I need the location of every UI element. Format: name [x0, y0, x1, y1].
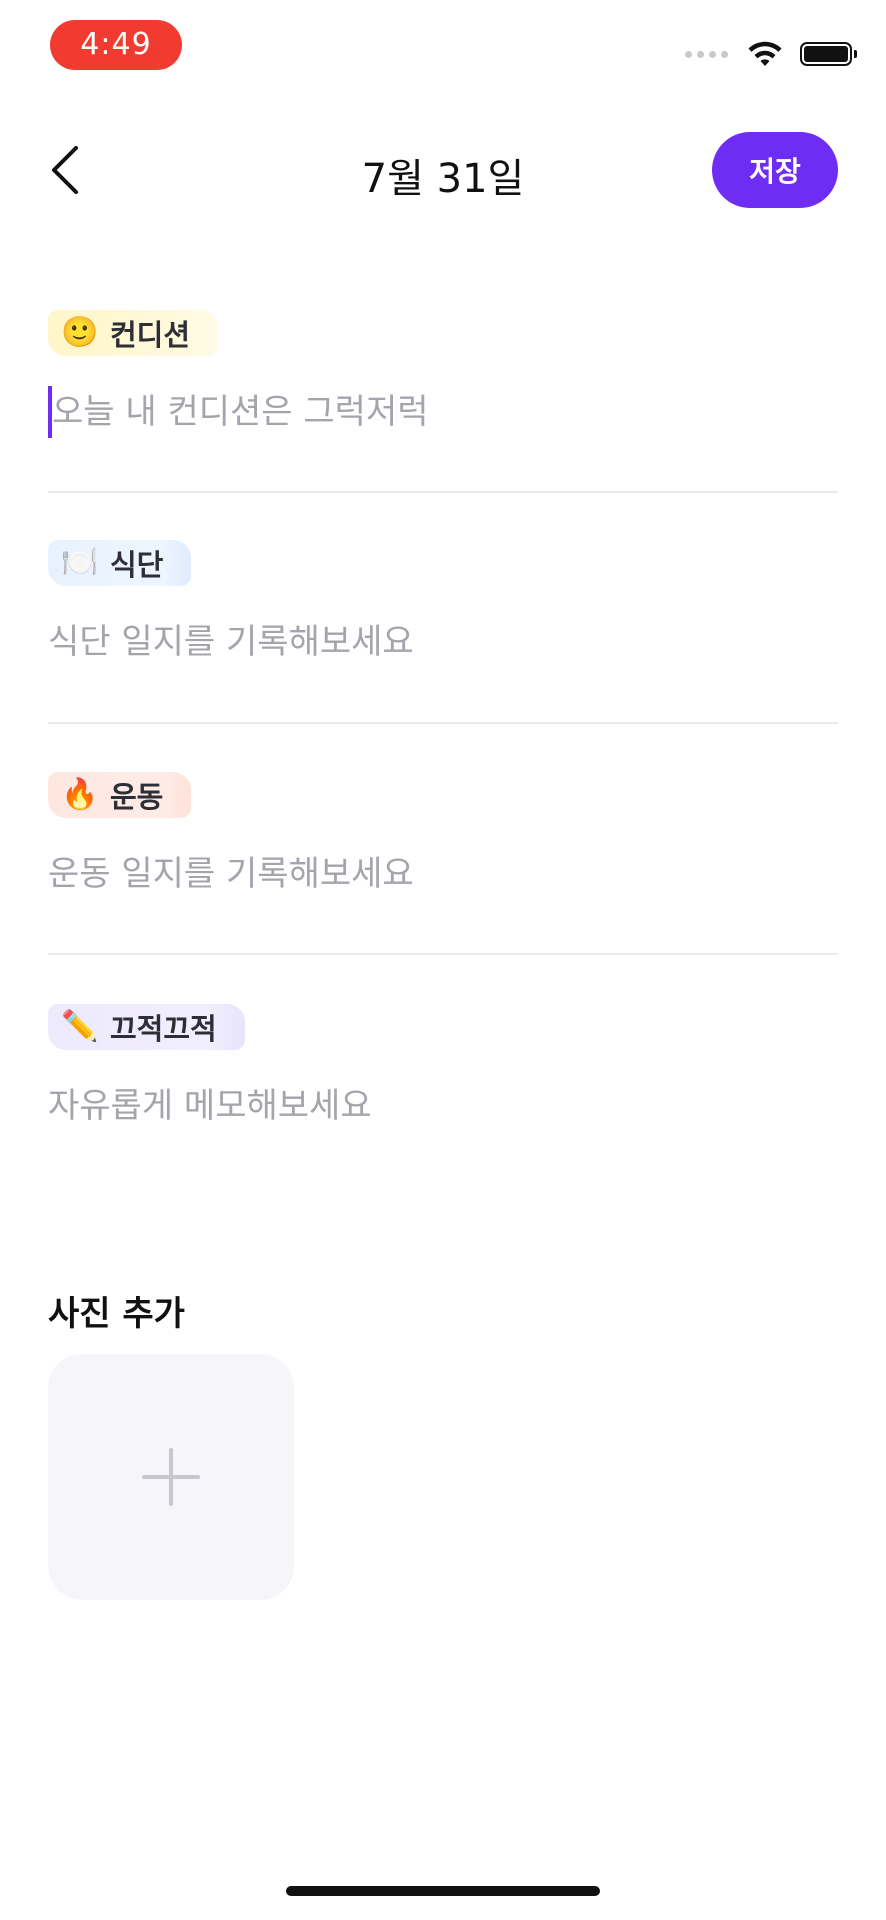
- condition-section: 🙂 컨디션: [48, 310, 838, 438]
- fire-icon: 🔥: [61, 777, 99, 812]
- diet-tag: 🍽️ 식단: [48, 540, 192, 586]
- exercise-tag: 🔥 운동: [48, 772, 192, 818]
- save-button[interactable]: 저장: [712, 132, 838, 208]
- exercise-input[interactable]: [48, 848, 838, 900]
- wifi-icon: [748, 41, 782, 66]
- diet-input[interactable]: [48, 616, 838, 668]
- add-photo-button[interactable]: [48, 1354, 294, 1600]
- exercise-tag-label: 운동: [110, 780, 164, 814]
- memo-input[interactable]: [48, 1080, 838, 1132]
- condition-tag-label: 컨디션: [110, 318, 191, 352]
- plate-cutlery-icon: 🍽️: [61, 545, 99, 580]
- diary-entry-screen: 4:49 7월 31일 저장 🙂 컨디션 🍽️: [0, 0, 886, 1920]
- memo-section: ✏️ 끄적끄적: [48, 1004, 838, 1132]
- face-emoji-icon: 🙂: [61, 315, 99, 350]
- memo-tag: ✏️ 끄적끄적: [48, 1004, 245, 1050]
- plus-icon: [142, 1448, 200, 1506]
- divider: [48, 953, 838, 955]
- condition-input[interactable]: [48, 386, 838, 438]
- cellular-signal-icon: [685, 50, 728, 58]
- home-indicator: [286, 1886, 600, 1896]
- battery-icon: [800, 42, 857, 66]
- status-time: 4:49: [50, 20, 182, 70]
- status-indicators: [685, 38, 857, 70]
- header: 7월 31일 저장: [0, 128, 886, 214]
- diet-tag-label: 식단: [110, 548, 164, 582]
- memo-tag-label: 끄적끄적: [110, 1012, 217, 1046]
- divider: [48, 491, 838, 493]
- condition-tag: 🙂 컨디션: [48, 310, 219, 356]
- photo-section-title: 사진 추가: [48, 1294, 185, 1334]
- divider: [48, 722, 838, 724]
- exercise-section: 🔥 운동: [48, 772, 838, 900]
- pencil-icon: ✏️: [61, 1009, 99, 1044]
- diet-section: 🍽️ 식단: [48, 540, 838, 668]
